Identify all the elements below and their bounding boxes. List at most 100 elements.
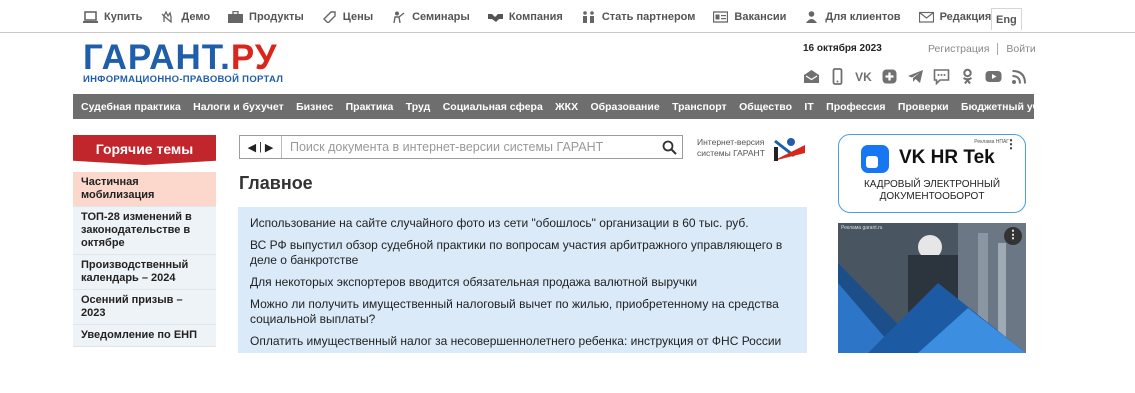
triangle-right-icon: ▶: [264, 141, 274, 154]
current-date: 16 октября 2023: [803, 43, 882, 54]
odnoklassniki-icon[interactable]: [959, 68, 976, 85]
divider: [997, 43, 999, 55]
news-item[interactable]: Для некоторых экспортеров вводится обяза…: [250, 275, 795, 290]
tag-icon: [322, 10, 337, 23]
main-nav: Судебная практика Налоги и бухучет Бизне…: [73, 94, 1050, 119]
promo-line: системы ГАРАНТ: [697, 148, 765, 158]
internet-version-promo[interactable]: Интернет-версия системы ГАРАНТ: [697, 137, 765, 159]
news-item[interactable]: Можно ли получить имущественный налоговы…: [250, 297, 795, 327]
auth-links: Регистрация Войти: [928, 43, 1036, 55]
ad-banner-image[interactable]: Реклама garant.ru ⋮: [838, 223, 1026, 353]
nav-item[interactable]: Социальная сфера: [443, 101, 543, 113]
hot-topics-title: Горячие темы: [73, 135, 216, 165]
news-block: Использование на сайте случайного фото и…: [238, 207, 807, 353]
login-link[interactable]: Войти: [1006, 43, 1035, 55]
ok-plus-icon[interactable]: [881, 68, 898, 85]
top-menu: Купить Демо Продукты Цены Семинары Компа…: [83, 0, 1009, 33]
mobile-icon[interactable]: [829, 68, 846, 85]
document-search: ◀ | ▶: [239, 135, 683, 159]
social-links: VK: [803, 68, 1037, 85]
top-item-demo[interactable]: Демо: [160, 10, 210, 23]
top-item-label: Семинары: [412, 10, 470, 23]
top-item-editorial[interactable]: Редакция: [918, 10, 992, 23]
nav-item[interactable]: Профессия: [826, 101, 885, 113]
svg-text:VK: VK: [855, 70, 872, 84]
hot-topic-item[interactable]: Осенний призыв – 2023: [73, 290, 216, 325]
vk-hr-tek-logo-icon: [861, 145, 889, 173]
top-item-vacancies[interactable]: Вакансии: [713, 11, 786, 23]
search-mode-toggle[interactable]: ◀ | ▶: [240, 136, 282, 158]
news-item[interactable]: ВС РФ выпустил обзор судебной практики п…: [250, 238, 795, 268]
more-options-icon[interactable]: ⋮: [1005, 138, 1017, 150]
ad-brand-name: VK HR Tek: [899, 147, 995, 168]
top-item-clients[interactable]: Для клиентов: [804, 10, 901, 23]
top-item-label: Стать партнером: [601, 10, 696, 23]
nav-item[interactable]: Образование: [590, 101, 659, 113]
id-card-icon: [713, 10, 729, 23]
chat-icon[interactable]: [933, 68, 950, 85]
nav-item[interactable]: Транспорт: [672, 101, 727, 113]
top-item-partner[interactable]: Стать партнером: [581, 10, 696, 23]
telegram-icon[interactable]: [907, 68, 924, 85]
laptop-icon: [83, 10, 98, 23]
top-item-label: Редакция: [939, 10, 992, 23]
news-item[interactable]: Использование на сайте случайного фото и…: [250, 216, 795, 231]
separator-bar: |: [259, 141, 262, 153]
site-logo[interactable]: ГАРАНТ.РУ ИНФОРМАЦИОННО-ПРАВОВОЙ ПОРТАЛ: [83, 38, 284, 86]
logo-wordmark: ГАРАНТ.РУ: [83, 38, 278, 77]
ad-text-line: ДОКУМЕНТООБОРОТ: [879, 191, 985, 202]
ad-text-line: КАДРОВЫЙ ЭЛЕКТРОННЫЙ: [863, 179, 1001, 190]
logo-subtitle: ИНФОРМАЦИОННО-ПРАВОВОЙ ПОРТАЛ: [83, 74, 284, 85]
top-item-seminars[interactable]: Семинары: [391, 11, 470, 23]
top-item-prices[interactable]: Цены: [322, 11, 373, 23]
youtube-icon[interactable]: [985, 68, 1002, 85]
hot-topic-item[interactable]: Уведомление по ЕНП: [73, 325, 216, 347]
language-switch[interactable]: Eng: [991, 8, 1022, 30]
nav-item[interactable]: Общество: [739, 101, 792, 113]
top-item-company[interactable]: Компания: [487, 10, 563, 23]
top-item-label: Купить: [104, 10, 143, 23]
nav-item[interactable]: Проверки: [898, 101, 949, 113]
top-utility-bar: Купить Демо Продукты Цены Семинары Компа…: [0, 0, 1135, 33]
top-item-label: Продукты: [249, 10, 304, 23]
search-icon: [662, 140, 677, 155]
ad-photo: [838, 223, 1026, 353]
nav-item[interactable]: Бизнес: [296, 101, 333, 113]
garant-system-logo-icon[interactable]: [771, 135, 807, 163]
top-item-label: Вакансии: [734, 10, 787, 23]
ad-banner-vk-hr-tek[interactable]: Реклама НПАГ ⋮ VK HR Tek КАДРОВЫЙ ЭЛЕКТР…: [838, 134, 1026, 213]
nav-item[interactable]: ЖКХ: [555, 101, 578, 113]
rss-icon[interactable]: [1011, 68, 1028, 85]
top-item-products[interactable]: Продукты: [228, 10, 304, 23]
hot-topic-item[interactable]: Частичная мобилизация: [73, 172, 216, 207]
envelope-icon: [918, 11, 934, 23]
hand-icon: [160, 10, 175, 23]
nav-item[interactable]: Налоги и бухучет: [193, 101, 284, 113]
nav-item[interactable]: Судебная практика: [81, 101, 181, 113]
partners-icon: [581, 10, 596, 23]
section-title: Главное: [239, 173, 313, 193]
hot-topic-item[interactable]: Производственный календарь – 2024: [73, 255, 216, 290]
briefcase-icon: [228, 10, 244, 23]
search-button[interactable]: [656, 136, 682, 158]
top-item-buy[interactable]: Купить: [83, 11, 142, 23]
nav-item[interactable]: Практика: [346, 101, 394, 113]
ad-label: Реклама НПАГ: [974, 139, 1009, 145]
nav-item[interactable]: Труд: [406, 101, 431, 113]
nav-item[interactable]: Бюджетный учет: [961, 101, 1050, 113]
nav-item[interactable]: IT: [804, 101, 813, 113]
vk-icon[interactable]: VK: [855, 68, 872, 85]
more-options-icon[interactable]: ⋮: [1004, 227, 1022, 245]
search-input[interactable]: [282, 136, 656, 158]
mail-icon[interactable]: [803, 68, 820, 85]
top-item-label: Цены: [342, 10, 374, 23]
news-item[interactable]: Оплатить имущественный налог за несоверш…: [250, 334, 795, 349]
ad-label: Реклама garant.ru: [841, 225, 883, 231]
register-link[interactable]: Регистрация: [928, 43, 989, 55]
presenter-icon: [391, 11, 406, 23]
person-icon: [804, 10, 819, 23]
top-item-label: Компания: [508, 10, 563, 23]
hot-topic-item[interactable]: ТОП-28 изменений в законодательстве в ок…: [73, 207, 216, 255]
ad-text: КАДРОВЫЙ ЭЛЕКТРОННЫЙ ДОКУМЕНТООБОРОТ: [839, 179, 1025, 203]
handshake-icon: [487, 11, 503, 23]
